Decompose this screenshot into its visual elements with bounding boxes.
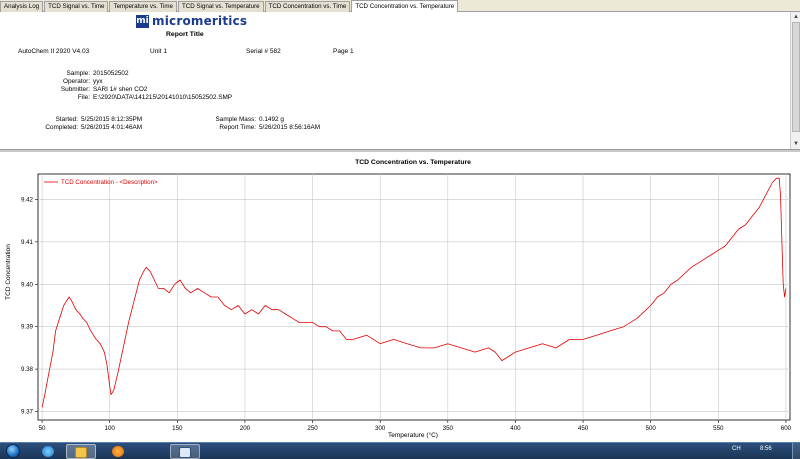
legend-entry: TCD Concentration - <Description> <box>61 179 158 186</box>
show-desktop-button[interactable] <box>792 443 800 459</box>
operator-key: Operator: <box>63 78 90 85</box>
instrument-label: AutoChem II 2920 V4.03 <box>18 48 90 55</box>
x-axis-label: Temperature (°C) <box>388 431 438 439</box>
start-button[interactable] <box>6 444 20 458</box>
started-key: Started: <box>55 116 78 123</box>
tray-clock[interactable]: 8:56 <box>760 446 772 452</box>
sample-value: 2015052502 <box>93 70 129 77</box>
logo-name: micromeritics <box>152 14 248 28</box>
x-tick-label: 300 <box>375 425 386 432</box>
y-tick-label: 9.37 <box>21 409 34 416</box>
serial-label: Serial # 582 <box>246 48 281 55</box>
taskbar-ie-button[interactable] <box>34 444 64 459</box>
micromeritics-logo: mi micromeritics <box>136 14 247 28</box>
submitter-row: Submitter: SARI 1# shen CO2 <box>28 86 147 93</box>
report-time-key: Report Time: <box>219 124 256 131</box>
completed-value: 5/26/2015 4:01:46AM <box>81 124 143 131</box>
media-player-icon <box>112 446 124 457</box>
taskbar-media-button[interactable] <box>104 444 134 459</box>
submitter-key: Submitter: <box>60 86 90 93</box>
language-indicator[interactable]: CH <box>732 446 741 452</box>
report-tab-bar: Analysis Log TCD Signal vs. Time Temperatu… <box>0 0 800 12</box>
report-title: Report Title <box>166 31 204 38</box>
y-tick-label: 9.41 <box>21 239 34 246</box>
file-value: E:\2920\DATA\141215\20141010\15052502.SM… <box>93 94 233 101</box>
tab-tcd-concentration-vs-temperature[interactable]: TCD Concentration vs. Temperature <box>351 0 459 12</box>
sample-key: Sample: <box>66 70 90 77</box>
ie-icon <box>42 446 54 457</box>
y-tick-label: 9.42 <box>21 196 34 203</box>
x-tick-label: 350 <box>443 425 454 432</box>
y-tick-label: 9.39 <box>21 324 34 331</box>
report-time-value: 5/26/2015 8:56:16AM <box>259 124 321 131</box>
x-tick-label: 250 <box>307 425 318 432</box>
unit-label: Unit 1 <box>150 48 167 55</box>
tab-temperature-vs-time[interactable]: Temperature vs. Time <box>109 1 177 12</box>
taskbar-autochem-button[interactable] <box>170 444 200 459</box>
report-time-row: Report Time: 5/26/2015 8:56:16AM <box>200 124 320 131</box>
x-tick-label: 200 <box>240 425 251 432</box>
y-tick-label: 9.40 <box>21 281 34 288</box>
tab-tcd-signal-vs-temperature[interactable]: TCD Signal vs. Temperature <box>177 1 264 12</box>
tcd-chart[interactable]: TCD Concentration vs. Temperature 50 100 1… <box>0 152 800 442</box>
windows-taskbar: CH 8:56 <box>0 442 800 459</box>
page-label: Page 1 <box>333 48 354 55</box>
y-tick-label: 9.38 <box>21 366 34 373</box>
x-tick-label: 450 <box>578 425 589 432</box>
sample-mass-value: 0.1492 g <box>259 116 284 123</box>
scroll-down-icon[interactable]: ▼ <box>792 140 800 148</box>
sample-row: Sample: 2015052502 <box>28 70 129 77</box>
logo-mark-icon: mi <box>136 14 149 28</box>
operator-row: Operator: yyx <box>28 78 103 85</box>
chart-title: TCD Concentration vs. Temperature <box>355 159 471 166</box>
plot-area <box>37 173 791 421</box>
tab-tcd-signal-vs-time[interactable]: TCD Signal vs. Time <box>44 1 109 12</box>
x-tick-label: 400 <box>510 425 521 432</box>
submitter-value: SARI 1# shen CO2 <box>93 86 148 93</box>
started-value: 5/25/2015 8:12:35PM <box>81 116 143 123</box>
x-tick-label: 150 <box>172 425 183 432</box>
system-tray: CH 8:56 <box>720 443 800 459</box>
tab-analysis-log[interactable]: Analysis Log <box>0 1 44 12</box>
taskbar-explorer-button[interactable] <box>66 444 96 459</box>
tab-tcd-concentration-vs-time[interactable]: TCD Concentration vs. Time <box>264 1 351 12</box>
x-tick-label: 550 <box>713 425 724 432</box>
report-header: mi micromeritics Report Title AutoChem I… <box>0 12 790 149</box>
file-key: File: <box>77 94 90 101</box>
folder-icon <box>75 447 87 458</box>
scroll-up-icon[interactable]: ▲ <box>792 13 800 21</box>
y-axis-label: TCD Concentration <box>5 244 12 300</box>
autochem-app-icon <box>179 447 191 458</box>
completed-row: Completed: 5/26/2015 4:01:46AM <box>18 124 142 131</box>
sample-mass-key: Sample Mass: <box>215 116 257 123</box>
x-tick-label: 600 <box>781 425 792 432</box>
scroll-thumb[interactable] <box>792 22 800 132</box>
file-row: File: E:\2920\DATA\141215\20141010\150525… <box>28 94 232 101</box>
completed-key: Completed: <box>45 124 78 131</box>
chart-pane: TCD Concentration vs. Temperature 50 100 1… <box>0 152 800 442</box>
x-tick-label: 500 <box>646 425 657 432</box>
x-tick-label: 50 <box>39 425 46 432</box>
started-row: Started: 5/25/2015 8:12:35PM <box>18 116 143 123</box>
sample-mass-row: Sample Mass: 0.1492 g <box>200 116 284 123</box>
report-vertical-scrollbar[interactable]: ▲ ▼ <box>790 12 800 149</box>
x-tick-label: 100 <box>105 425 116 432</box>
operator-value: yyx <box>93 78 103 85</box>
